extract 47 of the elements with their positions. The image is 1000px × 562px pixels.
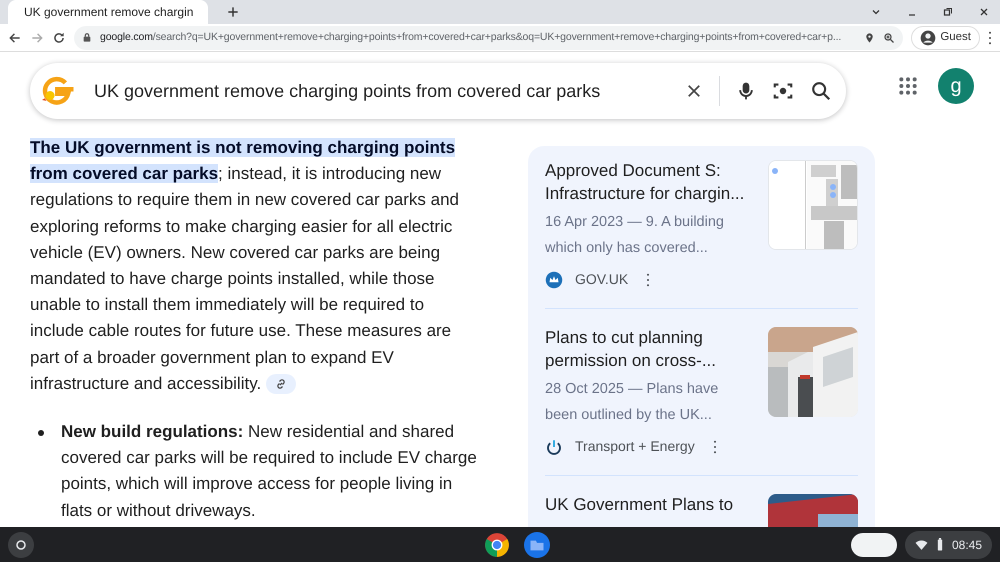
link-button[interactable] [266,374,296,394]
search-icon[interactable] [810,80,832,102]
files-icon[interactable] [524,532,550,558]
url-text: google.com/search?q=UK+government+remove+charging+points+from+covered+car+parks&oq=UK+government+remove+charging+points+from+covered+car+p... [100,30,842,45]
lock-icon [82,32,92,43]
source-card[interactable]: Approved Document S: Infrastructure for chargin... 16 Apr 2023 — 9. A building which only has covered... GOV.UK [545,160,858,290]
profile-button[interactable]: Guest [911,26,980,50]
new-tab-icon[interactable] [226,5,240,19]
close-icon[interactable] [978,6,990,18]
menu-icon[interactable] [988,30,992,44]
wifi-icon [914,538,928,551]
tab-title: UK government remove chargin [24,4,194,21]
battery-icon [936,538,944,551]
more-options-icon[interactable] [646,272,650,286]
restore-icon[interactable] [942,6,954,18]
reload-icon[interactable] [52,30,66,44]
circle-icon [15,538,27,550]
source-site[interactable]: GOV.UK [575,269,628,290]
source-site[interactable]: Transport + Energy [575,436,695,457]
browser-tab[interactable]: UK government remove chargin [8,0,208,24]
account-avatar[interactable]: g [938,68,974,104]
source-card[interactable]: Plans to cut planning permission on cross-... 28 Oct 2025 — Plans have been outlined by the UK... Transport + Energy [545,327,858,457]
location-pin-icon[interactable] [864,32,876,44]
apps-icon[interactable] [898,76,918,96]
clock-time: 08:45 [952,536,982,554]
link-icon [274,378,287,390]
bullet-item: New build regulations: New residential and shared covered car parks will be required to include EV charge points, which will improve access for people living in flats or without driveways. [61,421,478,522]
source-snippet: 16 Apr 2023 — 9. A building which only has covered... [545,213,725,258]
chrome-icon[interactable] [484,532,510,558]
bullet-icon [38,430,44,436]
more-options-icon[interactable] [712,440,717,454]
search-query[interactable]: UK government remove charging points from covered car parks [94,78,669,104]
person-icon [920,30,936,46]
crown-icon [545,270,563,288]
source-snippet: 28 Oct 2025 — Plans have been outlined by the UK... [545,380,720,425]
search-box[interactable]: UK government remove charging points from covered car parks [30,63,846,119]
source-title[interactable]: Plans to cut planning permission on cross-... [545,327,755,372]
zoom-icon[interactable] [883,32,896,44]
power-icon [545,438,563,456]
address-bar[interactable]: google.com/search?q=UK+government+remove+charging+points+from+covered+car+parks&oq=UK+government+remove+charging+points+from+covered+car+p... [74,26,904,50]
source-title[interactable]: Approved Document S: Infrastructure for chargin... [545,160,755,205]
back-icon[interactable] [8,30,22,44]
status-area[interactable]: 08:45 [904,530,992,558]
launcher-button[interactable] [8,532,34,558]
answer-paragraph: The UK government is not removing charging points from covered car parks; instead, it is introducing new regulations to require them in new covered car parks and exploring reforms to make charging easier for all electric vehicle (EV) owners. New covered car parks are being mandated to have charge points installed, while those unable to install them immediately will be required to include cable routes for future use. These measures are part of a broader government plan to expand EV infrastructure and accessibility. [30,137,460,396]
holding-space-button[interactable] [850,532,897,556]
source-title[interactable]: UK Government Plans to [545,494,755,516]
